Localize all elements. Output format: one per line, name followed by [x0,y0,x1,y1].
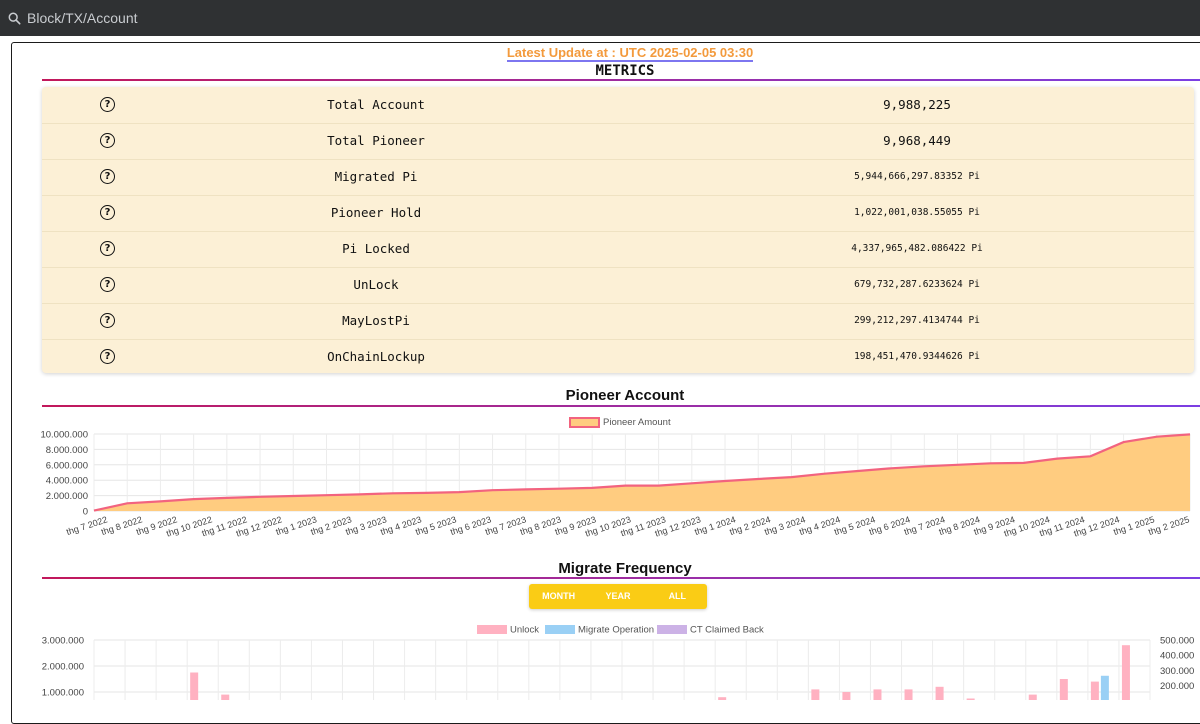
metric-label: MayLostPi [342,313,410,328]
pioneer-account-chart: 10.000.000 8.000.000 6.000.000 4.000.000 2.0… [40,417,1191,539]
y-tick-label: 0 [83,507,88,518]
metric-row: ? Pi Locked 4,337,965,482.086422 Pi [42,231,1194,268]
y-tick-label: 6.000.000 [46,460,88,471]
legend-label: CT Claimed Back [690,625,764,636]
bar-unlock [935,686,944,700]
bar-unlock [842,692,851,700]
right-y-tick-label: 500.000 [1160,636,1194,647]
help-icon[interactable]: ? [100,313,115,328]
help-icon[interactable]: ? [100,349,115,364]
legend-swatch [477,625,507,634]
y-tick-label: 8.000.000 [46,445,88,456]
migrate-chart-title: Migrate Frequency [558,560,692,577]
metric-value: 9,988,225 [883,97,951,112]
migrate-divider [42,577,1200,579]
tab-year[interactable]: YEAR [588,584,647,609]
search-icon [8,12,21,25]
legend-label-pioneer-amount: Pioneer Amount [603,417,671,428]
legend-swatch-pioneer-amount [569,417,600,428]
metric-row: ? Total Account 9,988,225 [42,87,1194,124]
bar-unlock [190,672,199,700]
pioneer-divider [42,405,1200,407]
metric-value: 299,212,297.4134744 Pi [854,315,980,326]
help-icon[interactable]: ? [100,97,115,112]
left-y-tick-label: 3.000.000 [42,636,84,647]
search-box[interactable]: Block/TX/Account [8,7,138,29]
latest-update-link[interactable]: Latest Update at : UTC 2025-02-05 03:30 [12,45,1200,62]
right-y-tick-label: 400.000 [1160,651,1194,662]
metric-label: OnChainLockup [327,349,425,364]
tab-all[interactable]: ALL [648,584,707,609]
metrics-table: ? Total Account 9,988,225? Total Pioneer 9,9… [42,87,1194,373]
help-icon[interactable]: ? [100,133,115,148]
bar-unlock [1028,694,1037,700]
top-bar: Block/TX/Account [0,0,1200,36]
help-icon[interactable]: ? [100,205,115,220]
metric-value: 1,022,001,038.55055 Pi [854,207,980,218]
help-icon[interactable]: ? [100,241,115,256]
bar-migrate-operation [1100,675,1109,700]
metric-label: Pi Locked [342,241,410,256]
metric-value: 198,451,470.9344626 Pi [854,351,980,362]
metric-value: 5,944,666,297.83352 Pi [854,171,980,182]
metrics-title: METRICS [595,63,655,79]
legend-swatch [545,625,575,634]
tab-month[interactable]: MONTH [529,584,588,609]
y-tick-label: 4.000.000 [46,476,88,487]
legend-label: Unlock [510,625,539,636]
metric-row: ? Migrated Pi 5,944,666,297.83352 Pi [42,159,1194,196]
right-y-tick-label: 200.000 [1160,681,1194,692]
latest-update-text[interactable]: Latest Update at : UTC 2025-02-05 03:30 [506,45,754,62]
left-y-tick-label: 2.000.000 [42,662,84,673]
metric-row: ? Pioneer Hold 1,022,001,038.55055 Pi [42,195,1194,232]
period-tabs: MONTH YEAR ALL [529,584,707,609]
pioneer-chart-title: Pioneer Account [565,387,685,404]
metric-value: 679,732,287.6233624 Pi [854,279,980,290]
y-tick-label: 2.000.000 [46,491,88,502]
metric-row: ? UnLock 679,732,287.6233624 Pi [42,267,1194,304]
bar-unlock [1059,679,1068,700]
bar-unlock [1121,645,1130,700]
legend-label: Migrate Operation [578,625,654,636]
legend-swatch [657,625,687,634]
metric-label: Pioneer Hold [330,205,422,220]
migrate-frequency-chart: Unlock Migrate Operation CT Claimed Back 3.… [42,625,1194,700]
y-tick-label: 10.000.000 [40,430,88,441]
bar-unlock [904,689,913,700]
metric-row: ? MayLostPi 299,212,297.4134744 Pi [42,303,1194,340]
metric-value: 9,968,449 [883,133,951,148]
bar-unlock [221,694,230,700]
metrics-divider [42,79,1200,81]
help-icon[interactable]: ? [100,277,115,292]
metric-label: Total Account [327,97,425,112]
metric-row: ? OnChainLockup 198,451,470.9344626 Pi [42,339,1194,375]
search-input[interactable]: Block/TX/Account [27,10,138,26]
metric-label: UnLock [353,277,399,292]
right-y-tick-label: 300.000 [1160,666,1194,677]
metric-value: 4,337,965,482.086422 Pi [851,243,983,254]
series-area-pioneer-amount [94,434,1190,511]
bar-unlock [1090,681,1099,700]
metric-label: Migrated Pi [334,169,418,184]
bar-unlock [811,689,820,700]
bar-unlock [873,689,882,700]
metric-label: Total Pioneer [327,133,425,148]
metric-row: ? Total Pioneer 9,968,449 [42,123,1194,160]
left-y-tick-label: 1.000.000 [42,688,84,699]
help-icon[interactable]: ? [100,169,115,184]
